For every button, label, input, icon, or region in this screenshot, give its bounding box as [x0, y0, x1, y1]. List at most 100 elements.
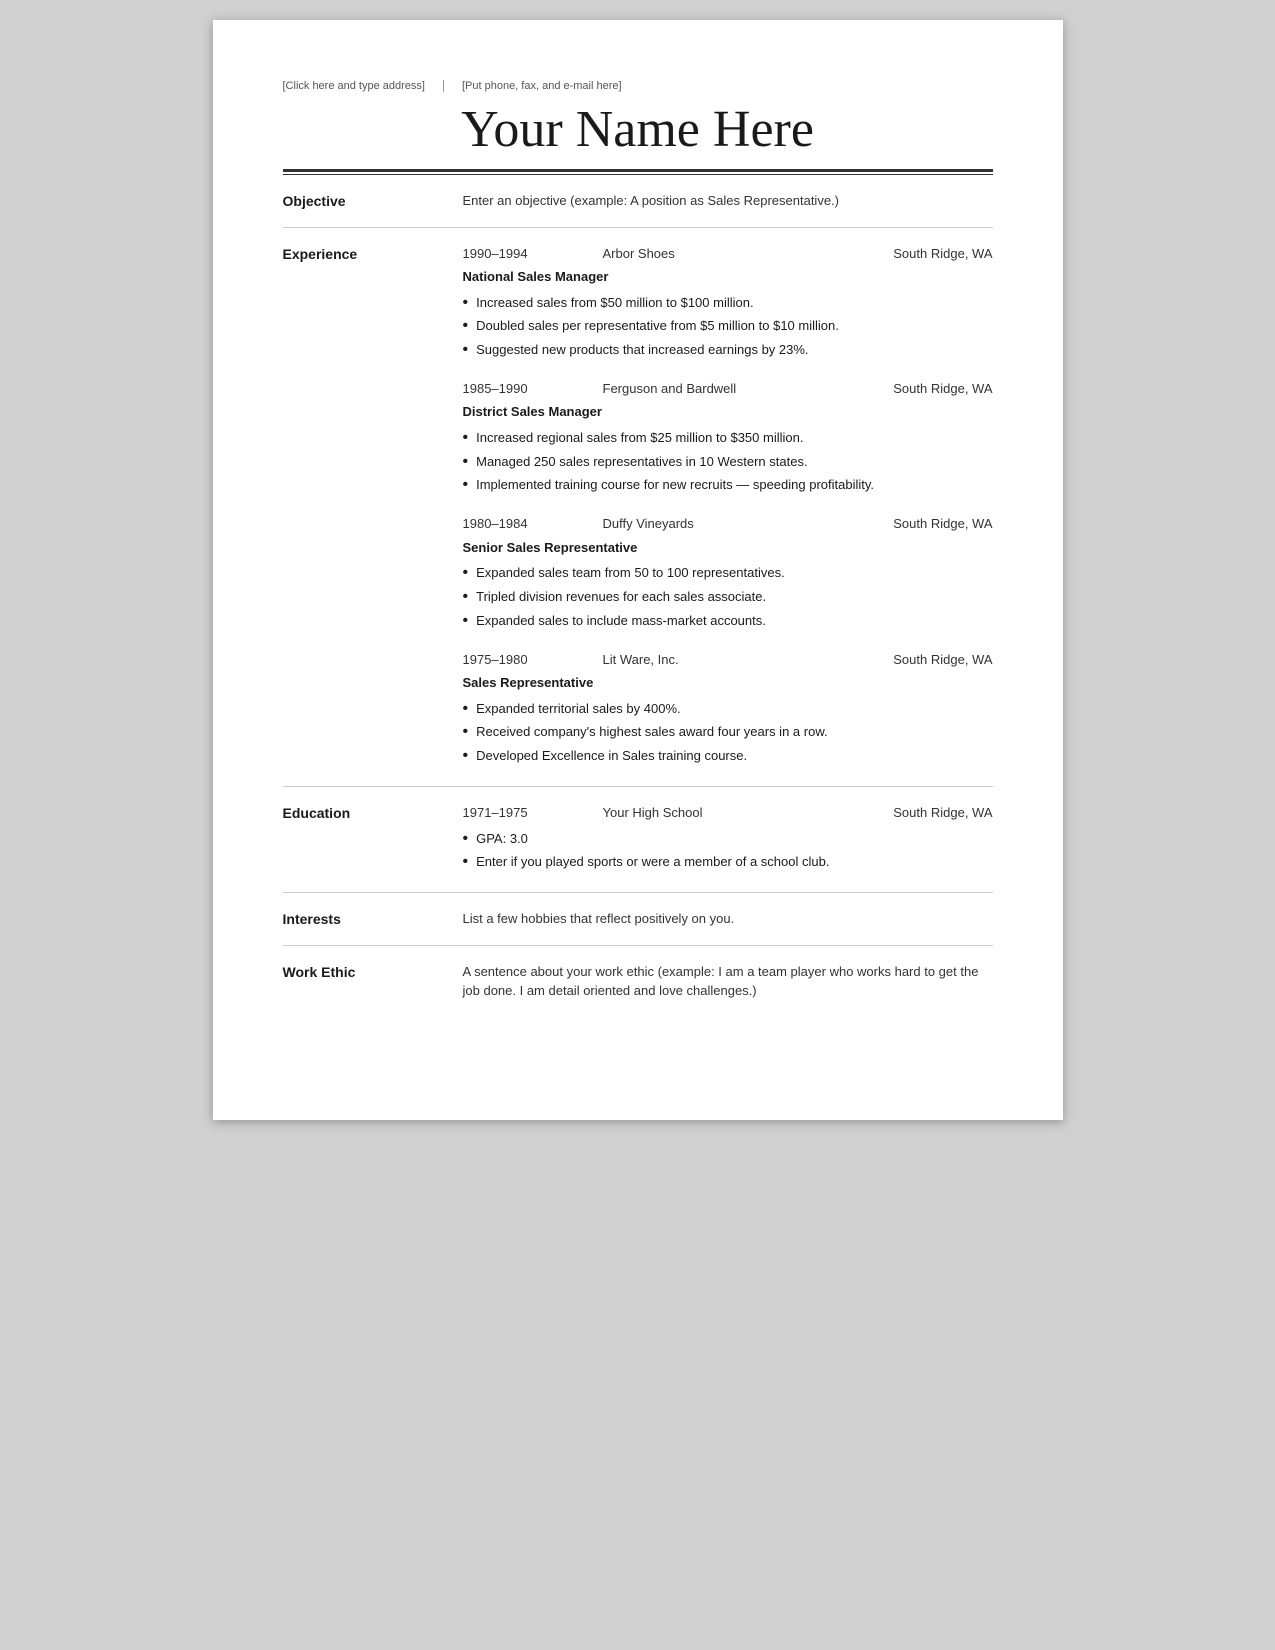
edu-location: South Ridge, WA [833, 803, 993, 823]
work-ethic-section: Work Ethic A sentence about your work et… [283, 946, 993, 1017]
list-item: • Expanded sales to include mass-market a… [463, 611, 993, 632]
job-years: 1980–1984 [463, 514, 603, 534]
objective-label: Objective [283, 191, 463, 209]
bullet-text: Expanded territorial sales by 400%. [476, 699, 681, 719]
bullet-icon: • [463, 316, 469, 337]
bullet-icon: • [463, 587, 469, 608]
list-item: • Implemented training course for new rec… [463, 475, 993, 496]
job-company: Duffy Vineyards [603, 514, 833, 534]
name-container: Your Name Here [283, 100, 993, 159]
job-bullets: • Increased sales from $50 million to $10… [463, 293, 993, 361]
bullet-text: Enter if you played sports or were a mem… [476, 852, 829, 872]
experience-section: Experience 1990–1994Arbor ShoesSouth Rid… [283, 228, 993, 788]
job-header: 1980–1984Duffy VineyardsSouth Ridge, WA [463, 514, 993, 534]
edu-bullets: • GPA: 3.0 • Enter if you played sports or … [463, 829, 993, 874]
job-title: Senior Sales Representative [463, 538, 993, 558]
work-ethic-label: Work Ethic [283, 962, 463, 980]
list-item: • Expanded territorial sales by 400%. [463, 699, 993, 720]
bullet-text: Managed 250 sales representatives in 10 … [476, 452, 807, 472]
bullet-icon: • [463, 722, 469, 743]
header-top: [Click here and type address] [Put phone… [283, 80, 993, 92]
job-header: 1990–1994Arbor ShoesSouth Ridge, WA [463, 244, 993, 264]
job-block: 1990–1994Arbor ShoesSouth Ridge, WA Natio… [463, 244, 993, 361]
job-title: Sales Representative [463, 673, 993, 693]
address-placeholder[interactable]: [Click here and type address] [283, 80, 444, 92]
list-item: • Increased regional sales from $25 milli… [463, 428, 993, 449]
bullet-icon: • [463, 428, 469, 449]
bullet-text: GPA: 3.0 [476, 829, 528, 849]
bullet-icon: • [463, 746, 469, 767]
contact-placeholder[interactable]: [Put phone, fax, and e-mail here] [462, 80, 622, 92]
list-item: • Tripled division revenues for each sale… [463, 587, 993, 608]
bullet-icon: • [463, 293, 469, 314]
edu-header: 1971–1975Your High SchoolSouth Ridge, WA [463, 803, 993, 823]
job-company: Ferguson and Bardwell [603, 379, 833, 399]
job-bullets: • Expanded territorial sales by 400%. • Rec… [463, 699, 993, 767]
job-header: 1985–1990Ferguson and BardwellSouth Ridg… [463, 379, 993, 399]
list-item: • Managed 250 sales representatives in 10… [463, 452, 993, 473]
interests-content: List a few hobbies that reflect positive… [463, 909, 993, 929]
resume-name[interactable]: Your Name Here [461, 100, 814, 159]
list-item: • Doubled sales per representative from $… [463, 316, 993, 337]
objective-section: Objective Enter an objective (example: A… [283, 175, 993, 228]
list-item: • Suggested new products that increased e… [463, 340, 993, 361]
objective-text[interactable]: Enter an objective (example: A position … [463, 193, 840, 208]
job-location: South Ridge, WA [833, 379, 993, 399]
bullet-text: Expanded sales team from 50 to 100 repre… [476, 563, 785, 583]
resume-page: [Click here and type address] [Put phone… [213, 20, 1063, 1120]
list-item: • Expanded sales team from 50 to 100 repr… [463, 563, 993, 584]
education-content: 1971–1975Your High SchoolSouth Ridge, WA… [463, 803, 993, 876]
objective-content: Enter an objective (example: A position … [463, 191, 993, 211]
bullet-icon: • [463, 611, 469, 632]
bullet-icon: • [463, 699, 469, 720]
job-block: 1985–1990Ferguson and BardwellSouth Ridg… [463, 379, 993, 496]
job-block: 1980–1984Duffy VineyardsSouth Ridge, WAS… [463, 514, 993, 631]
job-bullets: • Expanded sales team from 50 to 100 repr… [463, 563, 993, 631]
edu-years: 1971–1975 [463, 803, 603, 823]
list-item: • Developed Excellence in Sales training … [463, 746, 993, 767]
work-ethic-content: A sentence about your work ethic (exampl… [463, 962, 993, 1001]
bullet-icon: • [463, 852, 469, 873]
edu-school: Your High School [603, 803, 833, 823]
job-location: South Ridge, WA [833, 244, 993, 264]
list-item: • GPA: 3.0 [463, 829, 993, 850]
bullet-text: Increased sales from $50 million to $100… [476, 293, 753, 313]
list-item: • Increased sales from $50 million to $10… [463, 293, 993, 314]
job-title: National Sales Manager [463, 267, 993, 287]
list-item: • Enter if you played sports or were a me… [463, 852, 993, 873]
bullet-icon: • [463, 340, 469, 361]
job-years: 1975–1980 [463, 650, 603, 670]
list-item: • Received company's highest sales award … [463, 722, 993, 743]
job-company: Arbor Shoes [603, 244, 833, 264]
job-years: 1990–1994 [463, 244, 603, 264]
job-location: South Ridge, WA [833, 514, 993, 534]
bullet-text: Suggested new products that increased ea… [476, 340, 808, 360]
work-ethic-text[interactable]: A sentence about your work ethic (exampl… [463, 964, 979, 999]
bullet-icon: • [463, 452, 469, 473]
job-block: 1975–1980Lit Ware, Inc.South Ridge, WA Sa… [463, 650, 993, 767]
bullet-text: Expanded sales to include mass-market ac… [476, 611, 766, 631]
interests-label: Interests [283, 909, 463, 927]
job-title: District Sales Manager [463, 402, 993, 422]
experience-content: 1990–1994Arbor ShoesSouth Ridge, WANatio… [463, 244, 993, 771]
bullet-text: Received company's highest sales award f… [476, 722, 828, 742]
divider-thick [283, 169, 993, 172]
bullet-text: Tripled division revenues for each sales… [476, 587, 766, 607]
bullet-text: Increased regional sales from $25 millio… [476, 428, 803, 448]
bullet-icon: • [463, 475, 469, 496]
interests-section: Interests List a few hobbies that reflec… [283, 893, 993, 946]
bullet-icon: • [463, 829, 469, 850]
bullet-text: Developed Excellence in Sales training c… [476, 746, 747, 766]
interests-text[interactable]: List a few hobbies that reflect positive… [463, 911, 735, 926]
bullet-text: Implemented training course for new recr… [476, 475, 874, 495]
job-location: South Ridge, WA [833, 650, 993, 670]
job-bullets: • Increased regional sales from $25 milli… [463, 428, 993, 496]
experience-label: Experience [283, 244, 463, 262]
education-section: Education 1971–1975Your High SchoolSouth… [283, 787, 993, 893]
bullet-text: Doubled sales per representative from $5… [476, 316, 839, 336]
job-company: Lit Ware, Inc. [603, 650, 833, 670]
bullet-icon: • [463, 563, 469, 584]
job-years: 1985–1990 [463, 379, 603, 399]
education-label: Education [283, 803, 463, 821]
job-header: 1975–1980Lit Ware, Inc.South Ridge, WA [463, 650, 993, 670]
